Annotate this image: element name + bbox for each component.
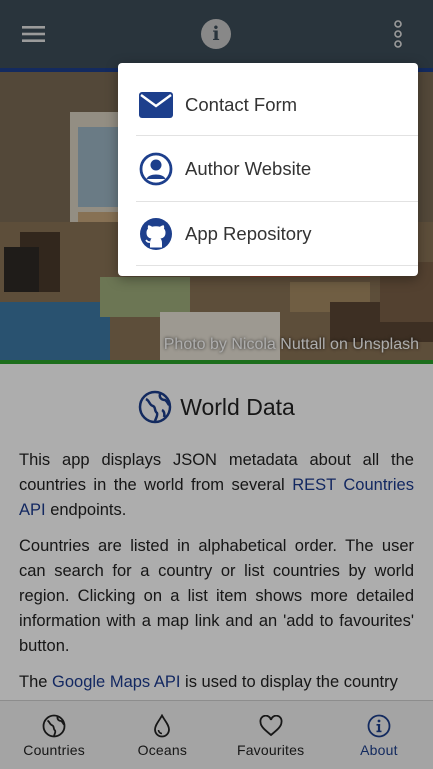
menu-item-label: App Repository	[185, 223, 312, 244]
overflow-menu: Contact Form Author Website App Reposito…	[118, 63, 418, 276]
menu-item-contact-form[interactable]: Contact Form	[118, 73, 418, 137]
menu-item-label: Author Website	[185, 158, 312, 179]
menu-item-app-repository[interactable]: App Repository	[118, 202, 418, 266]
menu-divider	[136, 265, 418, 266]
mail-icon	[139, 92, 173, 118]
user-circle-icon	[139, 152, 173, 186]
github-icon	[140, 218, 172, 250]
menu-item-label: Contact Form	[185, 94, 298, 115]
menu-divider	[136, 135, 418, 136]
menu-item-author-website[interactable]: Author Website	[118, 137, 418, 201]
